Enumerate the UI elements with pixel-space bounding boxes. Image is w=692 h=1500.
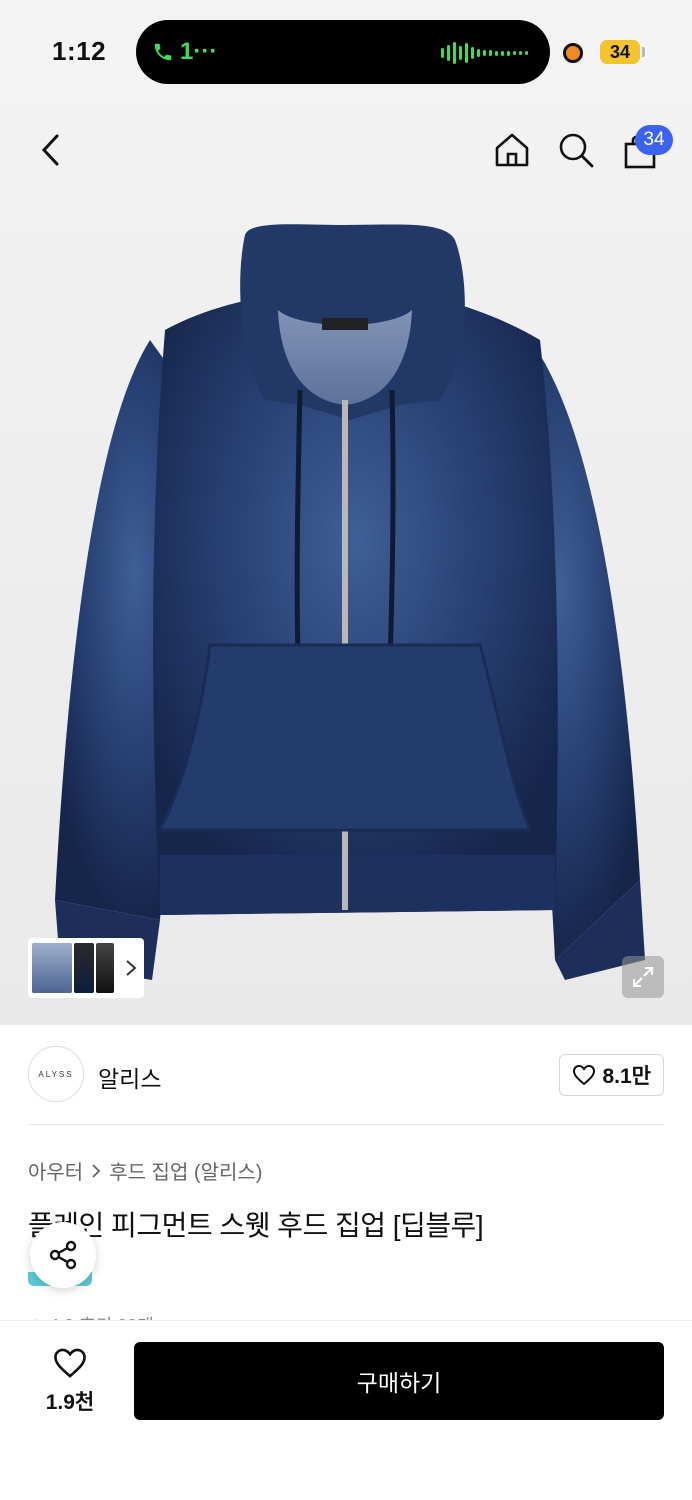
thumbnail-2[interactable] — [74, 943, 94, 993]
search-button[interactable] — [554, 128, 598, 172]
call-indicator[interactable]: 1··· — [152, 38, 217, 66]
call-duration: 1··· — [180, 38, 218, 65]
brand-like-count: 8.1만 — [602, 1065, 651, 1088]
home-icon — [495, 133, 529, 167]
breadcrumb-subcategory[interactable]: 후드 집업 (알리스) — [109, 1156, 262, 1185]
product-image-gallery[interactable] — [0, 100, 692, 1025]
wishlist-button[interactable]: 1.9천 — [40, 1347, 100, 1416]
brand-name[interactable]: 알리스 — [98, 1060, 161, 1094]
chevron-left-icon — [41, 134, 59, 166]
wishlist-count: 1.9천 — [45, 1391, 95, 1414]
buy-button[interactable]: 구매하기 — [134, 1342, 664, 1420]
expand-icon — [633, 967, 653, 987]
battery-tip — [642, 47, 645, 57]
audio-wave-icon — [441, 42, 528, 64]
breadcrumb-category[interactable]: 아우터 — [28, 1156, 83, 1185]
status-time: 1:12 — [52, 36, 107, 66]
heart-icon — [54, 1348, 86, 1378]
breadcrumb: 아우터 후드 집업 (알리스) — [28, 1156, 262, 1185]
brand-row: ALYSS 알리스 8.1만 — [28, 1046, 664, 1104]
thumbnail-3[interactable] — [96, 943, 114, 993]
thumbnail-strip[interactable] — [28, 938, 144, 998]
status-bar: 1:12 1··· 34 — [0, 0, 692, 100]
bottom-action-bar: 1.9천 구매하기 — [0, 1320, 692, 1500]
search-icon — [559, 133, 594, 168]
share-icon — [49, 1240, 77, 1270]
battery-level: 34 — [600, 40, 640, 64]
chevron-right-icon[interactable] — [124, 958, 138, 978]
dynamic-island[interactable]: 1··· — [136, 20, 550, 84]
share-button[interactable] — [30, 1222, 96, 1288]
back-button[interactable] — [30, 130, 70, 170]
recording-dot-icon — [563, 43, 583, 63]
cart-count-badge: 34 — [635, 125, 673, 155]
phone-icon — [154, 43, 172, 61]
brand-logo[interactable]: ALYSS — [28, 1046, 84, 1102]
product-image — [55, 224, 645, 980]
zoom-button[interactable] — [622, 956, 664, 998]
chevron-right-icon — [92, 1163, 101, 1178]
thumbnail-1[interactable] — [32, 943, 72, 993]
heart-icon — [573, 1064, 596, 1086]
brand-like-button[interactable]: 8.1만 — [559, 1054, 664, 1096]
divider — [28, 1124, 664, 1125]
product-title: 플레인 피그먼트 스웻 후드 집업 [딥블루] — [28, 1210, 484, 1241]
brand-logo-text: ALYSS — [38, 1069, 74, 1079]
home-button[interactable] — [490, 128, 534, 172]
